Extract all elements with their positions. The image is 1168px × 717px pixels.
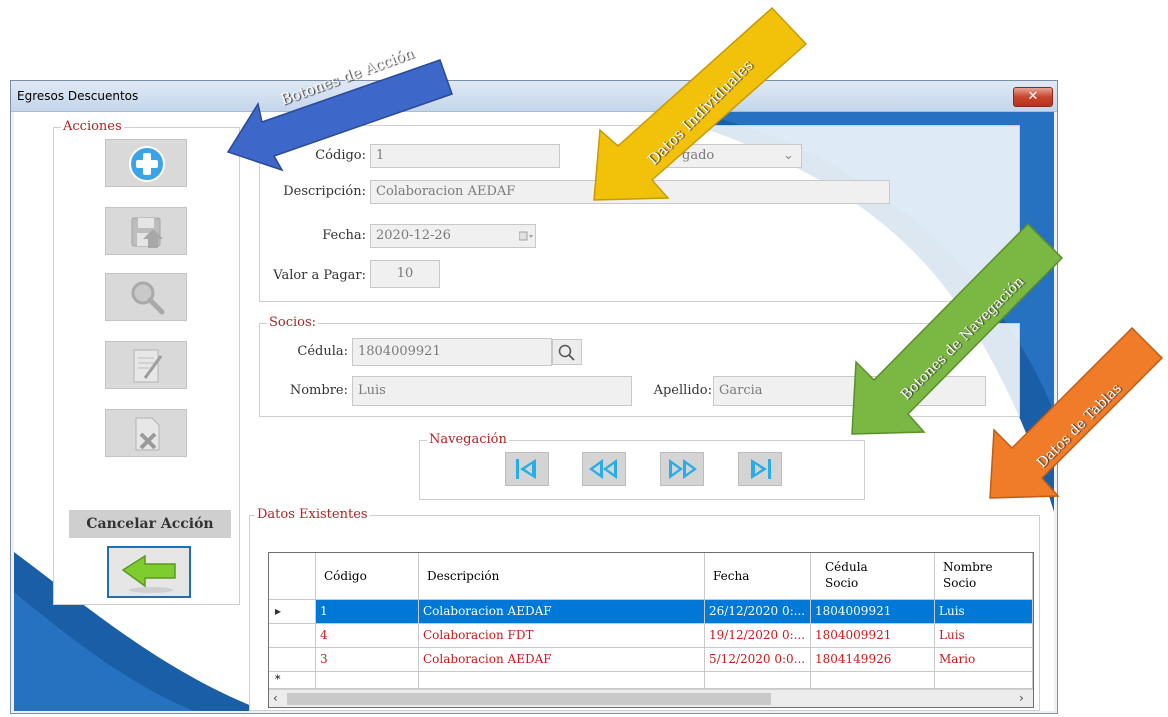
valor-label: Valor a Pagar: — [273, 268, 366, 283]
annotation-acciones: Botones de Acción — [222, 44, 502, 172]
nombre-label: Nombre: — [289, 383, 348, 398]
delete-document-icon — [135, 417, 160, 451]
next-record-button[interactable] — [660, 452, 704, 486]
socios-legend: Socios: — [267, 315, 319, 330]
cell-fecha[interactable] — [705, 672, 811, 689]
cell-descripcion[interactable]: Colaboracion AEDAF — [419, 648, 705, 672]
column-header[interactable]: Cédula Socio — [811, 553, 935, 600]
cell-descripcion[interactable]: Colaboracion FDT — [419, 624, 705, 648]
datos-existentes-legend: Datos Existentes — [255, 507, 370, 522]
first-record-icon — [516, 459, 536, 479]
data-grid[interactable]: Código Descripción Fecha Cédula Socio No… — [268, 552, 1034, 708]
descripcion-label: Descripción: — [283, 184, 366, 199]
cell-codigo[interactable]: 3 — [316, 648, 419, 672]
magnifier-icon — [131, 281, 165, 315]
cell-codigo[interactable]: 4 — [316, 624, 419, 648]
cell-descripcion[interactable] — [419, 672, 705, 689]
previous-icon — [589, 459, 617, 479]
search-button[interactable] — [105, 273, 187, 321]
cancel-action-button[interactable]: Cancelar Acción — [69, 510, 231, 538]
cell-codigo[interactable] — [316, 672, 419, 689]
add-icon — [129, 146, 165, 182]
cell-nombre[interactable]: Mario — [935, 648, 1033, 672]
search-icon — [558, 344, 575, 361]
back-button[interactable] — [107, 546, 191, 598]
nombre-field[interactable]: Luis — [352, 376, 632, 406]
apellido-label: Apellido: — [653, 383, 712, 398]
delete-button[interactable] — [105, 409, 187, 457]
row-header — [269, 648, 316, 672]
new-row-marker: * — [269, 672, 316, 689]
cell-cedula[interactable]: 1804009921 — [811, 600, 935, 624]
cell-descripcion[interactable]: Colaboracion AEDAF — [419, 600, 705, 624]
column-header-line: Socio — [825, 576, 859, 590]
scroll-thumb[interactable] — [287, 693, 771, 705]
next-icon — [669, 459, 697, 479]
cell-nombre[interactable] — [935, 672, 1033, 689]
navegacion-group — [419, 440, 865, 500]
orange-arrow-shape — [989, 326, 1164, 499]
close-button[interactable]: ✕ — [1013, 87, 1053, 107]
row-header — [269, 624, 316, 648]
column-header-line: Socio — [943, 576, 977, 590]
scroll-left-icon[interactable]: ‹ — [273, 691, 278, 705]
close-icon: ✕ — [1027, 89, 1039, 104]
edit-button[interactable] — [105, 341, 187, 389]
cell-fecha[interactable]: 19/12/2020 0:... — [705, 624, 811, 648]
cell-nombre[interactable]: Luis — [935, 600, 1033, 624]
column-header[interactable]: Descripción — [419, 553, 705, 600]
cell-codigo[interactable]: 1 — [316, 600, 419, 624]
previous-record-button[interactable] — [582, 452, 626, 486]
last-record-button[interactable] — [738, 452, 782, 486]
edit-document-icon — [133, 349, 163, 383]
row-header-corner — [269, 553, 316, 600]
scroll-right-icon[interactable]: › — [1019, 691, 1024, 705]
search-socio-button[interactable] — [552, 339, 582, 365]
window-title: Egresos Descuentos — [17, 89, 139, 103]
valor-field[interactable]: 10 — [370, 260, 440, 288]
back-arrow-icon — [121, 554, 176, 593]
cell-cedula[interactable]: 1804009921 — [811, 624, 935, 648]
new-button[interactable] — [105, 139, 187, 187]
navegacion-legend: Navegación — [427, 432, 509, 447]
cell-cedula[interactable] — [811, 672, 935, 689]
cell-nombre[interactable]: Luis — [935, 624, 1033, 648]
fecha-label: Fecha: — [322, 228, 366, 243]
fecha-picker[interactable]: 2020-12-26 — [370, 224, 536, 248]
current-row-indicator: ▸ — [269, 600, 316, 624]
column-header-line: Nombre — [943, 560, 993, 574]
fecha-value: 2020-12-26 — [376, 228, 451, 243]
column-header[interactable]: Fecha — [705, 553, 811, 600]
cell-fecha[interactable]: 5/12/2020 0:0... — [705, 648, 811, 672]
save-button[interactable] — [105, 207, 187, 255]
column-header-line: Cédula — [825, 560, 868, 574]
first-record-button[interactable] — [505, 452, 549, 486]
annotation-datos-tablas: Datos de Tablas — [980, 318, 1168, 506]
annotation-datos-individuales: Datos Individuales — [580, 0, 820, 210]
column-header[interactable]: Nombre Socio — [935, 553, 1033, 600]
calendar-icon — [519, 231, 533, 241]
cedula-field[interactable]: 1804009921 — [352, 338, 552, 366]
last-record-icon — [751, 459, 771, 479]
cell-fecha[interactable]: 26/12/2020 0:... — [705, 600, 811, 624]
title-bar: Egresos Descuentos ✕ — [11, 81, 1057, 112]
column-header[interactable]: Código — [316, 553, 419, 600]
save-icon — [131, 217, 163, 248]
acciones-legend: Acciones — [61, 119, 124, 134]
horizontal-scrollbar[interactable]: ‹ › — [269, 689, 1033, 707]
cell-cedula[interactable]: 1804149926 — [811, 648, 935, 672]
cedula-label: Cédula: — [297, 344, 348, 359]
